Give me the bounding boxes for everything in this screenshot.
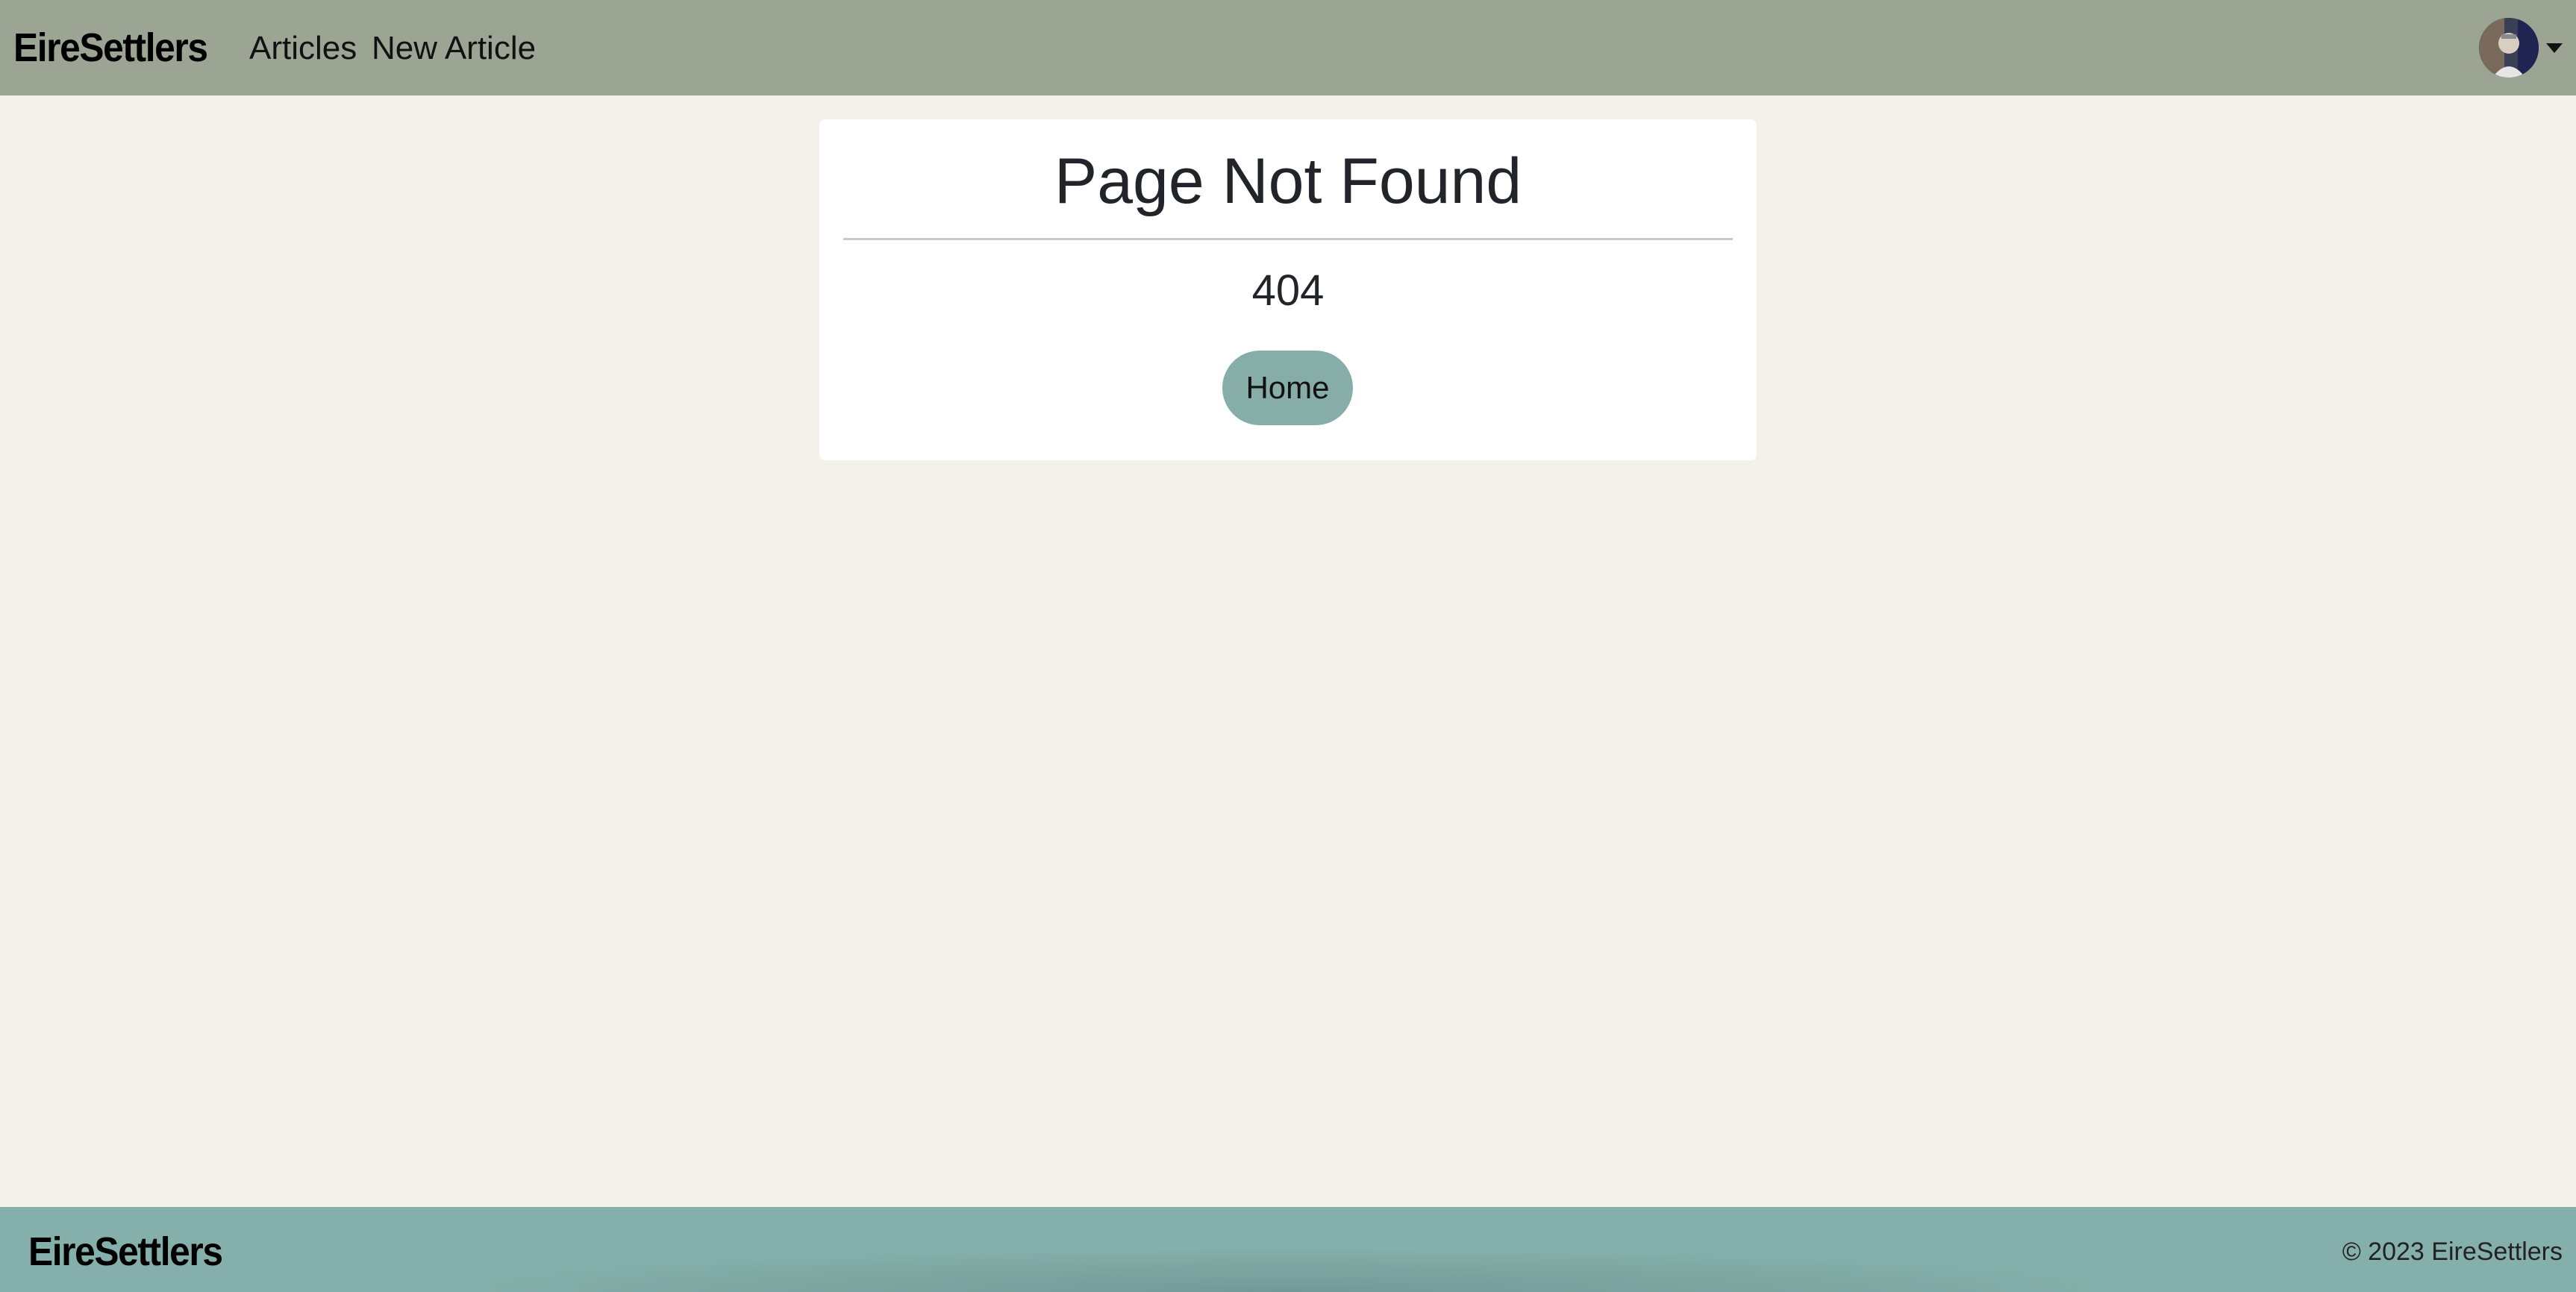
footer-shadow (418, 1247, 2158, 1292)
error-code: 404 (1251, 266, 1325, 315)
copyright-text: © 2023 EireSettlers (2342, 1238, 2563, 1266)
footer-brand: EireSettlers (28, 1229, 223, 1274)
user-menu-toggle[interactable] (2479, 16, 2563, 79)
divider (843, 238, 1733, 240)
nav-link-articles[interactable]: Articles (249, 22, 357, 75)
nav-link-new-article[interactable]: New Article (372, 22, 536, 75)
home-button[interactable]: Home (1222, 351, 1353, 425)
avatar (2479, 18, 2539, 78)
not-found-card: Page Not Found 404 Home (819, 119, 1757, 460)
top-navbar: EireSettlers Articles New Article (0, 0, 2576, 95)
page-title: Page Not Found (1054, 145, 1522, 217)
navbar-brand[interactable]: EireSettlers (13, 19, 208, 76)
caret-down-icon (2546, 43, 2563, 53)
user-avatar-icon (2479, 18, 2539, 78)
page-footer: EireSettlers © 2023 EireSettlers (0, 1207, 2576, 1292)
